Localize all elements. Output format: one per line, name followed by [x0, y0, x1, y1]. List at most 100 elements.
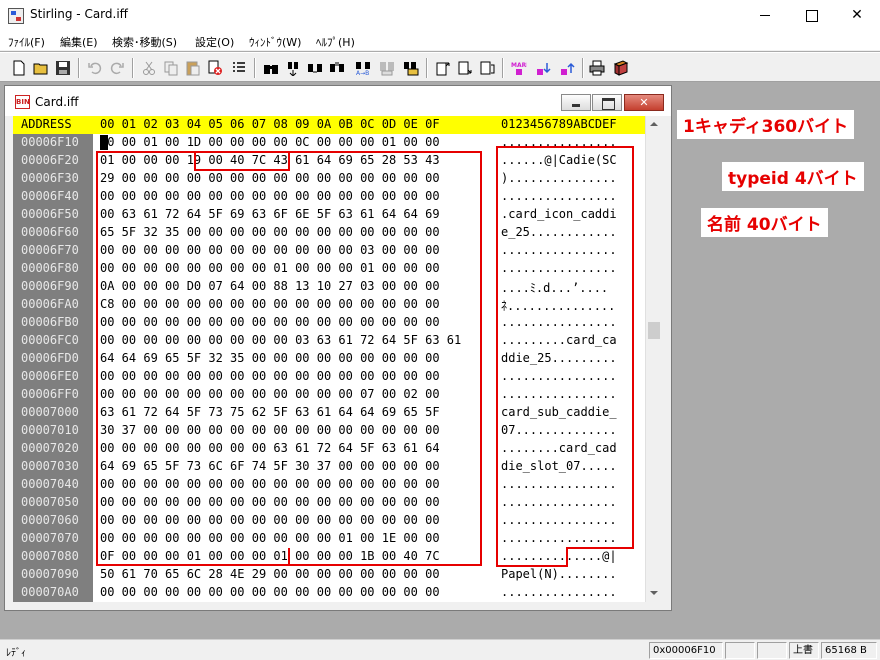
row-bytes[interactable]: 30 37 00 00 00 00 00 00 00 00 00 00 00 0… — [100, 423, 440, 437]
hex-view[interactable]: ADDRESS 00 01 02 03 04 05 06 07 08 09 0A… — [13, 116, 645, 602]
row-ascii[interactable]: )............... — [501, 171, 617, 185]
row-ascii[interactable]: ......@|Cadie(SC — [501, 153, 617, 167]
scroll-thumb[interactable] — [648, 322, 660, 339]
new-file-icon[interactable] — [8, 57, 30, 79]
row-ascii[interactable]: ................ — [501, 369, 617, 383]
close-button[interactable]: ✕ — [834, 0, 880, 31]
copy-icon[interactable] — [160, 57, 182, 79]
row-ascii[interactable]: ........card_cad — [501, 441, 617, 455]
maximize-button[interactable] — [788, 0, 834, 31]
row-bytes[interactable]: 00 00 00 00 00 00 00 00 00 00 00 00 00 0… — [100, 495, 440, 509]
hex-row[interactable]: 00006F80 00 00 00 00 00 00 00 00 01 00 00… — [13, 260, 645, 278]
menu-window[interactable]: ｳｨﾝﾄﾞｳ(W) — [249, 34, 301, 50]
find-next-icon[interactable] — [282, 57, 304, 79]
row-ascii[interactable]: die_slot_07..... — [501, 459, 617, 473]
row-ascii[interactable]: 07.............. — [501, 423, 617, 437]
redo-icon[interactable] — [106, 57, 128, 79]
insert-before-icon[interactable] — [432, 57, 454, 79]
book-icon[interactable] — [610, 57, 632, 79]
row-bytes[interactable]: 00 00 00 00 00 00 00 00 00 00 00 00 00 0… — [100, 315, 440, 329]
hex-row[interactable]: 00007000 63 61 72 64 5F 73 75 62 5F 63 61… — [13, 404, 645, 422]
row-bytes[interactable]: 0A 00 00 00 D0 07 64 00 88 13 10 27 03 0… — [100, 279, 440, 293]
row-bytes[interactable]: 00 00 00 00 00 00 00 00 00 00 00 00 00 0… — [100, 513, 440, 527]
hex-row[interactable]: 00006F70 00 00 00 00 00 00 00 00 00 00 00… — [13, 242, 645, 260]
row-ascii[interactable]: Papel(N)........ — [501, 567, 617, 581]
row-bytes[interactable]: 65 5F 32 35 00 00 00 00 00 00 00 00 00 0… — [100, 225, 440, 239]
row-ascii[interactable]: ................ — [501, 531, 617, 545]
row-ascii[interactable]: ddie_25......... — [501, 351, 617, 365]
hex-row[interactable]: 00006F20 01 00 00 00 19 00 40 7C 43 61 64… — [13, 152, 645, 170]
document-icon[interactable]: BIN — [15, 95, 30, 109]
find-icon[interactable] — [260, 57, 282, 79]
row-bytes[interactable]: 29 00 00 00 00 00 00 00 00 00 00 00 00 0… — [100, 171, 440, 185]
mark-icon[interactable]: MARK — [508, 57, 530, 79]
row-ascii[interactable]: ..............@| — [501, 549, 617, 563]
row-bytes[interactable]: C8 00 00 00 00 00 00 00 00 00 00 00 00 0… — [100, 297, 440, 311]
cut-icon[interactable] — [138, 57, 160, 79]
hex-row[interactable]: 00006F90 0A 00 00 00 D0 07 64 00 88 13 10… — [13, 278, 645, 296]
vertical-scrollbar[interactable] — [645, 116, 662, 602]
hex-row[interactable]: 00007040 00 00 00 00 00 00 00 00 00 00 00… — [13, 476, 645, 494]
hex-row[interactable]: 00007090 50 61 70 65 6C 28 4E 29 00 00 00… — [13, 566, 645, 584]
row-bytes[interactable]: 00 00 00 00 00 00 00 00 00 00 00 01 00 1… — [100, 531, 440, 545]
find-all-icon[interactable] — [326, 57, 348, 79]
hex-row[interactable]: 00006FA0 C8 00 00 00 00 00 00 00 00 00 00… — [13, 296, 645, 314]
menu-search[interactable]: 検索･移動(S) — [112, 34, 177, 50]
compare-icon[interactable] — [376, 57, 398, 79]
child-maximize-button[interactable] — [592, 94, 622, 111]
hex-row[interactable]: 00006F60 65 5F 32 35 00 00 00 00 00 00 00… — [13, 224, 645, 242]
hex-row[interactable]: 00006F40 00 00 00 00 00 00 00 00 00 00 00… — [13, 188, 645, 206]
row-bytes[interactable]: 00 00 00 00 00 00 00 00 00 00 00 00 00 0… — [100, 585, 440, 599]
row-bytes[interactable]: 00 00 00 00 00 00 00 00 01 00 00 00 01 0… — [100, 261, 440, 275]
list-icon[interactable] — [228, 57, 250, 79]
row-ascii[interactable]: ................ — [501, 495, 617, 509]
row-bytes[interactable]: 00 00 00 00 00 00 00 00 00 00 00 00 00 0… — [100, 477, 440, 491]
hex-row[interactable]: 00006FD0 64 64 69 65 5F 32 35 00 00 00 00… — [13, 350, 645, 368]
mark-next-icon[interactable] — [532, 57, 554, 79]
hex-row[interactable]: 00006FC0 00 00 00 00 00 00 00 00 00 03 63… — [13, 332, 645, 350]
menu-help[interactable]: ﾍﾙﾌﾟ(H) — [316, 34, 355, 50]
print-icon[interactable] — [586, 57, 608, 79]
row-bytes[interactable]: 00 00 01 00 1D 00 00 00 00 0C 00 00 00 0… — [100, 135, 440, 149]
save-icon[interactable] — [52, 57, 74, 79]
row-ascii[interactable]: e_25............ — [501, 225, 617, 239]
child-minimize-button[interactable] — [561, 94, 591, 111]
menu-file[interactable]: ﾌｧｲﾙ(F) — [8, 34, 45, 50]
row-ascii[interactable]: ................ — [501, 387, 617, 401]
hex-row[interactable]: 00007010 30 37 00 00 00 00 00 00 00 00 00… — [13, 422, 645, 440]
row-ascii[interactable]: ................ — [501, 135, 617, 149]
row-ascii[interactable]: .card_icon_caddi — [501, 207, 617, 221]
row-ascii[interactable]: ....ﾐ.d...’.... — [501, 279, 608, 296]
hex-row[interactable]: 00006F30 29 00 00 00 00 00 00 00 00 00 00… — [13, 170, 645, 188]
row-bytes[interactable]: 63 61 72 64 5F 73 75 62 5F 63 61 64 64 6… — [100, 405, 440, 419]
scroll-down-arrow-icon[interactable] — [646, 585, 662, 602]
hex-row[interactable]: 00006FE0 00 00 00 00 00 00 00 00 00 00 00… — [13, 368, 645, 386]
hex-row[interactable]: 00007080 0F 00 00 00 01 00 00 00 01 00 00… — [13, 548, 645, 566]
hex-row[interactable]: 00007020 00 00 00 00 00 00 00 00 63 61 72… — [13, 440, 645, 458]
jump-icon[interactable] — [400, 57, 422, 79]
app-icon[interactable] — [8, 8, 24, 24]
row-bytes[interactable]: 00 63 61 72 64 5F 69 63 6F 6E 5F 63 61 6… — [100, 207, 440, 221]
insert-after-icon[interactable] — [454, 57, 476, 79]
row-bytes[interactable]: 01 00 00 00 19 00 40 7C 43 61 64 69 65 2… — [100, 153, 440, 167]
row-bytes[interactable]: 00 00 00 00 00 00 00 00 00 00 00 00 07 0… — [100, 387, 440, 401]
row-bytes[interactable]: 64 69 65 5F 73 6C 6F 74 5F 30 37 00 00 0… — [100, 459, 440, 473]
row-ascii[interactable]: ................ — [501, 585, 617, 599]
minimize-button[interactable] — [742, 0, 788, 31]
find-prev-icon[interactable] — [304, 57, 326, 79]
row-bytes[interactable]: 00 00 00 00 00 00 00 00 00 00 00 00 03 0… — [100, 243, 440, 257]
row-ascii[interactable]: ................ — [501, 243, 617, 257]
row-bytes[interactable]: 50 61 70 65 6C 28 4E 29 00 00 00 00 00 0… — [100, 567, 440, 581]
row-bytes[interactable]: 0F 00 00 00 01 00 00 00 01 00 00 00 1B 0… — [100, 549, 440, 563]
row-ascii[interactable]: ................ — [501, 477, 617, 491]
row-ascii[interactable]: ................ — [501, 189, 617, 203]
row-bytes[interactable]: 00 00 00 00 00 00 00 00 00 00 00 00 00 0… — [100, 369, 440, 383]
row-bytes[interactable]: 64 64 69 65 5F 32 35 00 00 00 00 00 00 0… — [100, 351, 440, 365]
scroll-up-arrow-icon[interactable] — [646, 116, 662, 133]
child-close-button[interactable] — [624, 94, 664, 111]
open-folder-icon[interactable] — [30, 57, 52, 79]
row-ascii[interactable]: card_sub_caddie_ — [501, 405, 617, 419]
row-ascii[interactable]: ................ — [501, 513, 617, 527]
row-ascii[interactable]: ................ — [501, 261, 617, 275]
hex-row[interactable]: 00007060 00 00 00 00 00 00 00 00 00 00 00… — [13, 512, 645, 530]
